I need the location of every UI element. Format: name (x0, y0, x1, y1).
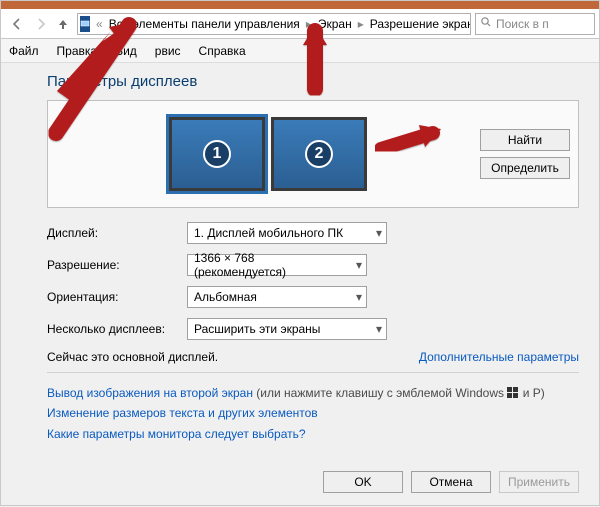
up-button[interactable] (53, 12, 73, 36)
identify-button[interactable]: Определить (480, 157, 570, 179)
display-2[interactable]: 2 (271, 117, 367, 191)
search-icon (480, 16, 492, 31)
cancel-button[interactable]: Отмена (411, 471, 491, 493)
text-size-link[interactable]: Изменение размеров текста и других элеме… (47, 406, 318, 420)
windows-logo-icon (507, 385, 519, 397)
apply-button[interactable]: Применить (499, 471, 579, 493)
titlebar (1, 1, 599, 9)
monitor-preview-panel: 1 2 Найти Определить (47, 100, 579, 208)
which-params-link[interactable]: Какие параметры монитора следует выбрать… (47, 427, 306, 441)
resolution-label: Разрешение: (47, 258, 187, 272)
address-bar: « Все элементы панели управления ▸ Экран… (1, 9, 599, 39)
multi-display-select[interactable]: Расширить эти экраны (187, 318, 387, 340)
display-1[interactable]: 1 (169, 117, 265, 191)
advanced-settings-link[interactable]: Дополнительные параметры (419, 350, 579, 364)
forward-button[interactable] (29, 12, 53, 36)
breadcrumb-seg-2[interactable]: Разрешение экрана (366, 14, 471, 34)
display-2-number: 2 (305, 140, 333, 168)
back-button[interactable] (5, 12, 29, 36)
orientation-select[interactable]: Альбомная (187, 286, 367, 308)
multi-display-label: Несколько дисплеев: (47, 322, 187, 336)
dialog-buttons: OK Отмена Применить (323, 471, 579, 493)
control-panel-icon (80, 16, 90, 32)
menu-bar: Файл Правка Вид рвис Справка (1, 39, 599, 63)
menu-tools[interactable]: рвис (155, 44, 181, 58)
menu-help[interactable]: Справка (199, 44, 246, 58)
breadcrumb-bar[interactable]: « Все элементы панели управления ▸ Экран… (77, 13, 471, 35)
ok-button[interactable]: OK (323, 471, 403, 493)
search-placeholder: Поиск в п (496, 17, 549, 31)
overflow-chevron[interactable]: « (94, 17, 105, 31)
find-button[interactable]: Найти (480, 129, 570, 151)
divider (47, 372, 579, 373)
menu-view[interactable]: Вид (115, 44, 137, 58)
static-text: (или нажмите клавишу с эмблемой Windows (253, 386, 507, 400)
chevron-right-icon: ▸ (304, 17, 314, 31)
display-1-number: 1 (203, 140, 231, 168)
primary-display-text: Сейчас это основной дисплей. (47, 350, 218, 364)
menu-file[interactable]: Файл (9, 44, 39, 58)
display-select[interactable]: 1. Дисплей мобильного ПК (187, 222, 387, 244)
content-area: Параметры дисплеев 1 2 Найти Определить … (47, 73, 579, 505)
info-block: Вывод изображения на второй экран (или н… (47, 383, 579, 444)
orientation-label: Ориентация: (47, 290, 187, 304)
display-label: Дисплей: (47, 226, 187, 240)
menu-edit[interactable]: Правка (57, 44, 98, 58)
breadcrumb-seg-0[interactable]: Все элементы панели управления (105, 14, 304, 34)
breadcrumb-seg-1[interactable]: Экран (314, 14, 356, 34)
page-title: Параметры дисплеев (47, 73, 579, 90)
second-screen-link[interactable]: Вывод изображения на второй экран (47, 386, 253, 400)
search-input[interactable]: Поиск в п (475, 13, 595, 35)
monitor-preview[interactable]: 1 2 (56, 117, 480, 191)
resolution-select[interactable]: 1366 × 768 (рекомендуется) (187, 254, 367, 276)
chevron-right-icon: ▸ (356, 17, 366, 31)
